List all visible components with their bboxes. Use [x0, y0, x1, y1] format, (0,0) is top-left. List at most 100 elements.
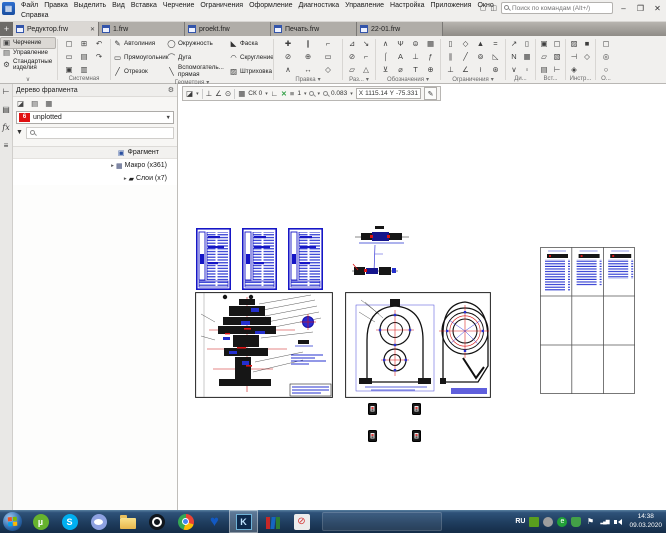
parameters-panel-icon[interactable]: ▤ — [2, 105, 10, 114]
menu-item[interactable]: Выделить — [71, 1, 109, 10]
edit-tool-icon[interactable]: ↔ — [301, 65, 315, 74]
notation-tool-icon[interactable]: A — [394, 52, 408, 61]
tab-close-icon[interactable]: ✕ — [90, 26, 95, 33]
drawing-fastener[interactable] — [412, 403, 421, 415]
menu-item[interactable]: Настройка — [387, 1, 427, 10]
notation-tool-icon[interactable]: ƒ — [424, 52, 438, 61]
diagnostic-tool-icon[interactable]: ▦ — [520, 52, 534, 61]
eraser-icon[interactable]: ◪ — [186, 89, 193, 98]
notation-tool-icon[interactable]: ⊜ — [409, 39, 423, 48]
dimension-tool-icon[interactable]: ⌐ — [359, 52, 373, 61]
tab-2201[interactable]: 22-01.frw — [357, 22, 443, 36]
constraint-tool-icon[interactable]: = — [489, 39, 503, 48]
menu-item[interactable]: Вид — [109, 1, 128, 10]
system-tool-icon[interactable]: ↷ — [92, 52, 106, 61]
diagnostic-tool-icon[interactable]: ∨ — [507, 65, 521, 74]
geometry-tool-button[interactable]: ╲Вспомогатель... прямая — [167, 65, 229, 78]
tab-proekt[interactable]: proekt.frw — [185, 22, 271, 36]
dimension-tool-icon[interactable]: ↘ — [359, 39, 373, 48]
drawing-canvas[interactable]: ◪ ▾ ⊥ ∠ ⊙ ▦ СК 0 ▾ ∟ ✕ ≡ 1 ▾ ▾ 0.083 ▾ X… — [178, 84, 666, 510]
menu-item[interactable]: Управление — [342, 1, 387, 10]
taskbar-steam[interactable] — [142, 510, 171, 533]
insert-tool-icon[interactable]: ▤ — [537, 65, 551, 74]
drawing-fastener[interactable] — [368, 403, 377, 415]
constraint-tool-icon[interactable]: ∥ — [444, 52, 458, 61]
snap-center-icon[interactable]: ⊙ — [225, 89, 231, 98]
notation-tool-icon[interactable]: ⊕ — [424, 65, 438, 74]
system-tool-icon[interactable]: ▤ — [77, 52, 91, 61]
tab-pechat[interactable]: Печать.frw — [271, 22, 357, 36]
system-tool-icon[interactable]: ▢ — [62, 39, 76, 48]
drawing-spec-sheet-3[interactable] — [288, 228, 323, 290]
instrument-tool-icon[interactable]: ◇ — [580, 52, 594, 61]
chevron-down-icon[interactable]: ▾ — [317, 91, 320, 97]
menu-item[interactable]: Ограничения — [197, 1, 246, 10]
image-tool-icon[interactable]: ▦ — [45, 99, 52, 108]
tab-1frw[interactable]: 1.frw — [99, 22, 185, 36]
new-tab-button[interactable]: + — [0, 22, 13, 36]
volume-icon[interactable] — [613, 517, 623, 527]
other-tool-icon[interactable]: ○ — [599, 65, 613, 74]
geometry-tool-button[interactable]: ╱Отрезок — [113, 68, 167, 76]
layers-tool-icon[interactable]: ▤ — [31, 99, 38, 108]
variables-panel-icon[interactable]: fx — [2, 123, 9, 132]
dimension-tool-icon[interactable]: ⊿ — [345, 39, 359, 48]
notation-tool-icon[interactable]: ∧ — [379, 39, 393, 48]
menu-item[interactable]: Черчение — [160, 1, 198, 10]
menu-item[interactable]: Приложения — [428, 1, 475, 10]
system-tool-icon[interactable]: ▣ — [62, 65, 76, 74]
taskbar-explorer[interactable] — [113, 510, 142, 533]
taskbar-utorrent[interactable]: µ — [26, 510, 55, 533]
grid-icon[interactable]: ▦ — [238, 89, 245, 98]
menu-item-help[interactable]: Справка — [18, 11, 51, 20]
layers-icon[interactable]: ≡ — [290, 89, 294, 98]
constraint-tool-icon[interactable]: ◺ — [489, 52, 503, 61]
filter-funnel-icon[interactable]: ▼ — [16, 129, 23, 136]
snap-angle-icon[interactable]: ∠ — [215, 89, 222, 98]
menu-item[interactable]: Вставка — [128, 1, 160, 10]
taskbar-viewer[interactable]: ⊘ — [287, 510, 316, 533]
ortho-icon[interactable]: ∟ — [271, 89, 278, 98]
notation-tool-icon[interactable]: ▦ — [424, 39, 438, 48]
other-tool-icon[interactable]: ▢ — [599, 39, 613, 48]
chevron-down-icon[interactable]: ▾ — [196, 91, 199, 97]
clock[interactable]: 14:38 09.03.2020 — [627, 513, 662, 531]
edit-tool-icon[interactable]: ⌐ — [321, 39, 335, 48]
notation-tool-icon[interactable]: ⌠ — [379, 52, 393, 61]
constraint-tool-icon[interactable]: ◇ — [459, 39, 473, 48]
filter-tool-icon[interactable]: ◪ — [17, 99, 24, 108]
constraint-tool-icon[interactable]: ▯ — [444, 39, 458, 48]
geometry-tool-button[interactable]: ⌒Дуга — [167, 54, 229, 62]
instrument-tool-icon[interactable]: ▨ — [567, 39, 581, 48]
style-picker-icon[interactable]: ✎ — [424, 87, 437, 100]
system-tool-icon[interactable]: ↶ — [92, 39, 106, 48]
start-button[interactable] — [3, 512, 22, 531]
module-tab-standard-parts[interactable]: ⚙ Стандартные изделия — [1, 58, 55, 73]
taskbar-winrar[interactable] — [258, 510, 287, 533]
drawing-sheet-grid[interactable] — [540, 247, 635, 394]
chevron-down-icon[interactable]: ▾ — [265, 91, 268, 97]
tree-search-input[interactable] — [26, 127, 174, 139]
drawing-fastener[interactable] — [368, 430, 377, 442]
other-tool-icon[interactable]: ◎ — [599, 52, 613, 61]
taskbar-window-button[interactable] — [322, 512, 442, 531]
edit-tool-icon[interactable]: ◇ — [321, 65, 335, 74]
drawing-assembly[interactable] — [195, 292, 333, 398]
app-logo-icon[interactable]: ▦ — [2, 2, 15, 15]
drawing-shaft-bottom[interactable] — [352, 262, 398, 278]
update-tray-icon[interactable] — [543, 517, 553, 527]
insert-tool-icon[interactable]: ▧ — [550, 52, 564, 61]
taskbar-discord[interactable] — [84, 510, 113, 533]
menu-item[interactable]: Правка — [41, 1, 71, 10]
system-tool-icon[interactable]: ▥ — [77, 65, 91, 74]
diagnostic-tool-icon[interactable]: ▯ — [520, 39, 534, 48]
edit-tool-icon[interactable]: ▭ — [321, 52, 335, 61]
dimension-tool-icon[interactable]: ⊘ — [345, 52, 359, 61]
drawing-spec-sheet-2[interactable] — [242, 228, 277, 290]
instrument-tool-icon[interactable]: ■ — [580, 39, 594, 48]
taskbar-health[interactable]: ♥ — [200, 510, 229, 533]
close-button[interactable]: ✕ — [651, 4, 664, 13]
menu-item[interactable]: Диагностика — [296, 1, 343, 10]
menu-item[interactable]: Файл — [18, 1, 41, 10]
edit-tool-icon[interactable]: ∧ — [281, 65, 295, 74]
